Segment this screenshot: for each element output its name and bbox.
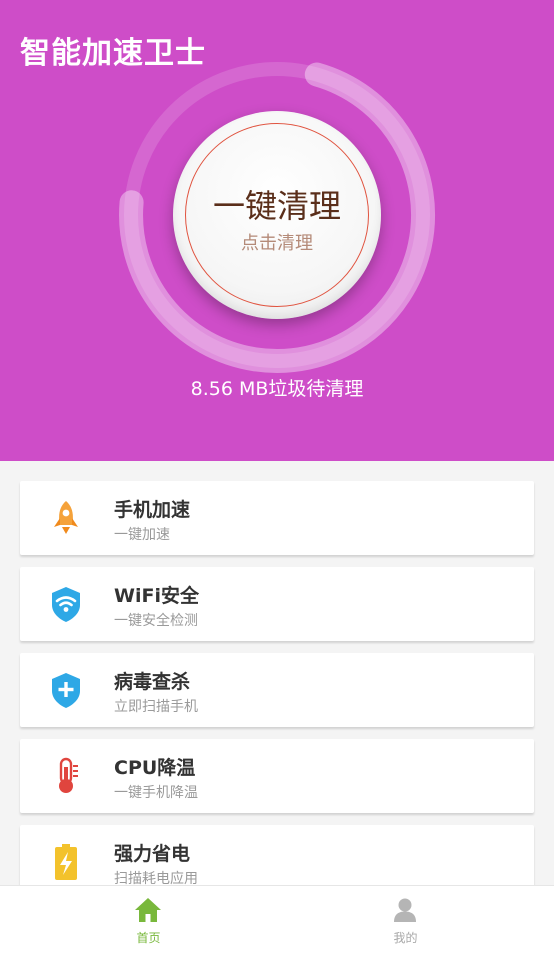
feature-desc: 一键加速 xyxy=(114,527,170,543)
junk-status-text: 8.56 MB垃圾待清理 xyxy=(190,378,364,400)
clean-button-subtitle: 点击清理 xyxy=(241,233,313,254)
nav-home-label: 首页 xyxy=(136,931,161,945)
battery-icon xyxy=(55,844,77,880)
feature-virus-scan[interactable]: 病毒查杀 立即扫描手机 xyxy=(20,653,534,727)
bottom-navigation: 首页 我的 xyxy=(0,885,554,953)
nav-mine[interactable]: 我的 xyxy=(267,886,544,953)
home-icon xyxy=(135,898,161,922)
header: 智能加速卫士 一键清理 点击清理 8.56 MB垃圾待清理 xyxy=(0,0,554,461)
feature-name: WiFi安全 xyxy=(114,585,199,607)
feature-desc: 一键安全检测 xyxy=(114,613,198,629)
feature-desc: 立即扫描手机 xyxy=(114,699,198,715)
feature-name: 手机加速 xyxy=(114,499,191,521)
clean-button-title: 一键清理 xyxy=(212,187,341,225)
user-icon xyxy=(394,898,416,922)
feature-name: 病毒查杀 xyxy=(114,671,191,693)
plus-shield-icon xyxy=(52,673,80,708)
feature-desc: 一键手机降温 xyxy=(114,785,198,801)
nav-mine-label: 我的 xyxy=(393,931,418,945)
feature-phone-speedup[interactable]: 手机加速 一键加速 xyxy=(20,481,534,555)
feature-wifi-security[interactable]: WiFi安全 一键安全检测 xyxy=(20,567,534,641)
one-key-clean-button[interactable]: 一键清理 点击清理 xyxy=(173,111,381,319)
rocket-icon xyxy=(54,501,78,534)
feature-name: 强力省电 xyxy=(114,843,191,865)
feature-name: CPU降温 xyxy=(114,757,196,779)
nav-home[interactable]: 首页 xyxy=(10,886,287,953)
feature-cpu-cooling[interactable]: CPU降温 一键手机降温 xyxy=(20,739,534,813)
thermometer-icon xyxy=(59,757,78,793)
wifi-shield-icon xyxy=(52,587,80,622)
